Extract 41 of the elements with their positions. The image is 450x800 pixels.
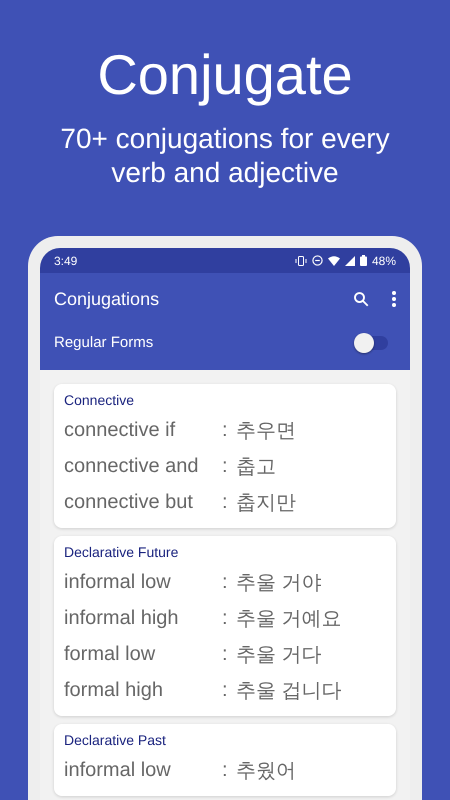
- card-title: Connective: [64, 391, 136, 410]
- separator: :: [222, 642, 229, 666]
- form-label: connective but: [64, 490, 194, 514]
- form-label: connective and: [64, 454, 200, 478]
- form-value: 추울 겁니다: [236, 678, 343, 704]
- battery-percent: 48%: [372, 254, 396, 268]
- search-icon[interactable]: [352, 290, 370, 308]
- separator: :: [222, 490, 229, 514]
- separator: :: [222, 758, 229, 782]
- form-value: 추울 거야: [236, 570, 323, 596]
- form-label: informal low: [64, 570, 172, 594]
- do-not-disturb-icon: [312, 255, 323, 266]
- regular-forms-switch[interactable]: [356, 336, 388, 350]
- form-label: formal high: [64, 678, 164, 702]
- app-title: Conjugations: [54, 288, 160, 310]
- form-value: 춥지만: [236, 490, 297, 516]
- separator: :: [222, 606, 229, 630]
- form-label: formal low: [64, 642, 156, 666]
- form-value: 추울 거예요: [236, 606, 343, 632]
- regular-forms-label: Regular Forms: [54, 334, 154, 351]
- more-icon[interactable]: [392, 291, 396, 307]
- status-time: 3:49: [54, 254, 78, 268]
- card-title: Declarative Future: [64, 543, 180, 562]
- wifi-icon: [328, 256, 340, 266]
- headline: Conjugate: [97, 42, 353, 108]
- form-value: 추울 거다: [236, 642, 323, 668]
- form-value: 추우면: [236, 418, 297, 444]
- separator: :: [222, 418, 229, 442]
- subtitle: 70+ conjugations for every verb and adjective: [59, 122, 391, 190]
- form-label: informal low: [64, 758, 172, 782]
- form-value: 추웠어: [236, 758, 297, 784]
- battery-icon: [360, 255, 367, 266]
- card-title: Declarative Past: [64, 731, 167, 750]
- separator: :: [222, 678, 229, 702]
- vibrate-icon: [294, 256, 307, 266]
- form-label: connective if: [64, 418, 176, 442]
- form-label: informal high: [64, 606, 180, 630]
- separator: :: [222, 570, 229, 594]
- form-value: 춥고: [236, 454, 277, 480]
- signal-icon: [344, 256, 355, 266]
- separator: :: [222, 454, 229, 478]
